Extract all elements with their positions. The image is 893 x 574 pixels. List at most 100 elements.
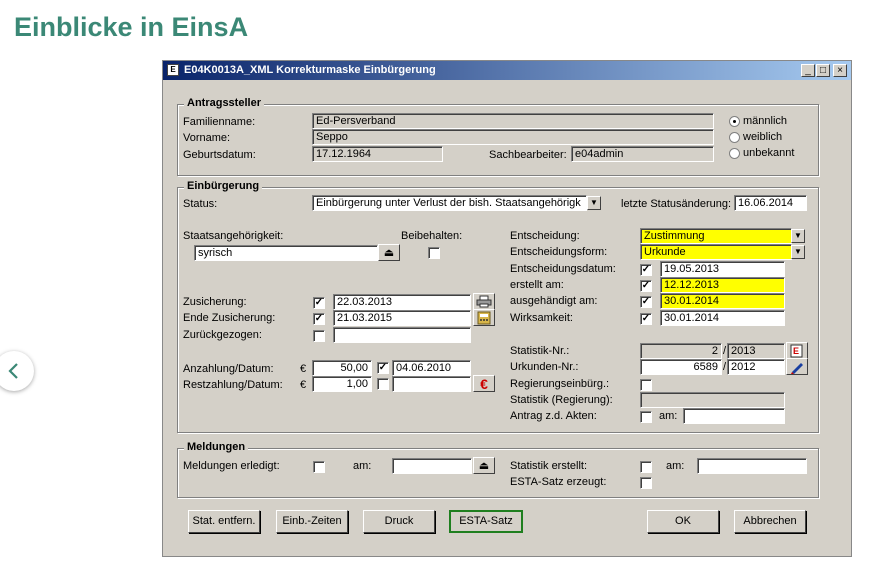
statistik-erstellt-label: Statistik erstellt: bbox=[510, 460, 588, 472]
urkunden-nr-label: Urkunden-Nr.: bbox=[510, 361, 579, 373]
minimize-button[interactable]: _ bbox=[801, 64, 815, 77]
maximize-button[interactable]: □ bbox=[816, 64, 830, 77]
zusicherung-label: Zusicherung: bbox=[183, 296, 247, 308]
familienname-label: Familienname: bbox=[183, 116, 256, 128]
anzahlung-checkbox[interactable]: ✓ bbox=[377, 362, 389, 374]
regierungseinbuerg-checkbox[interactable] bbox=[640, 379, 652, 391]
wirksamkeit-checkbox[interactable]: ✓ bbox=[640, 313, 652, 325]
previous-slide-button[interactable] bbox=[0, 351, 34, 391]
group-title: Einbürgerung bbox=[184, 180, 263, 192]
eject-icon[interactable]: ⏏ bbox=[378, 244, 400, 261]
antrag-akten-checkbox[interactable] bbox=[640, 411, 652, 423]
beibehalten-label: Beibehalten: bbox=[401, 230, 463, 242]
radio-weiblich-label: weiblich bbox=[743, 131, 783, 143]
statistik-jahr-field[interactable]: 2013 bbox=[727, 343, 785, 359]
ausgehaendigt-checkbox[interactable]: ✓ bbox=[640, 296, 652, 308]
erstellt-checkbox[interactable]: ✓ bbox=[640, 280, 652, 292]
pen-icon[interactable] bbox=[786, 358, 808, 375]
vorname-field[interactable]: Seppo bbox=[312, 129, 714, 145]
calculator-icon[interactable] bbox=[473, 309, 495, 326]
svg-text:E: E bbox=[793, 346, 799, 356]
meldungen-erledigt-checkbox[interactable] bbox=[313, 461, 325, 473]
ende-zusicherung-field[interactable]: 21.03.2015 bbox=[333, 310, 471, 326]
group-title: Meldungen bbox=[184, 441, 249, 453]
erstellt-label: erstellt am: bbox=[510, 279, 564, 291]
zusicherung-checkbox[interactable]: ✓ bbox=[313, 297, 325, 309]
esta-satz-button[interactable]: ESTA-Satz bbox=[449, 510, 523, 533]
entscheidung-select[interactable]: Zustimmung bbox=[640, 228, 792, 244]
urkunden-nr-field[interactable]: 6589 bbox=[640, 359, 722, 375]
anzahlung-datum-field[interactable]: 04.06.2010 bbox=[392, 360, 471, 376]
ok-button[interactable]: OK bbox=[647, 510, 719, 533]
window-titlebar: E E04K0013A_XML Korrekturmaske Einbürger… bbox=[163, 61, 851, 80]
erstellt-field[interactable]: 12.12.2013 bbox=[660, 277, 785, 293]
entscheidung-label: Entscheidung: bbox=[510, 230, 580, 242]
anzahlung-label: Anzahlung/Datum: bbox=[183, 363, 274, 375]
staatsangehoerigkeit-field[interactable]: syrisch bbox=[194, 245, 378, 261]
zusicherung-field[interactable]: 22.03.2013 bbox=[333, 294, 471, 310]
restzahlung-datum-field[interactable] bbox=[392, 376, 471, 392]
entscheidungsform-label: Entscheidungsform: bbox=[510, 246, 608, 258]
sachbearbeiter-field[interactable]: e04admin bbox=[571, 146, 714, 162]
antrag-akten-label: Antrag z.d. Akten: bbox=[510, 410, 597, 422]
am-label: am: bbox=[659, 410, 678, 422]
urkunden-jahr-field[interactable]: 2012 bbox=[727, 359, 785, 375]
statistik-nr-field[interactable]: 2 bbox=[640, 343, 722, 359]
radio-maennlich-label: männlich bbox=[743, 115, 788, 127]
zurueckgezogen-field[interactable] bbox=[333, 327, 471, 343]
euro-icon[interactable]: € bbox=[473, 375, 495, 392]
antrag-akten-datum-field[interactable] bbox=[683, 408, 785, 424]
report-icon[interactable]: E bbox=[786, 342, 808, 359]
chevron-left-icon bbox=[8, 363, 18, 379]
eject-icon[interactable]: ⏏ bbox=[473, 457, 495, 474]
ausgehaendigt-field[interactable]: 30.01.2014 bbox=[660, 293, 785, 309]
radio-weiblich[interactable] bbox=[729, 132, 740, 143]
radio-unbekannt[interactable] bbox=[729, 148, 740, 159]
wirksamkeit-field[interactable]: 30.01.2014 bbox=[660, 310, 785, 326]
esta-checkbox[interactable] bbox=[640, 477, 652, 489]
statusaenderung-field[interactable]: 16.06.2014 bbox=[734, 195, 807, 211]
restzahlung-field[interactable]: 1,00 bbox=[312, 376, 372, 392]
dropdown-arrow-icon[interactable]: ▼ bbox=[587, 196, 601, 210]
einb-zeiten-button[interactable]: Einb.-Zeiten bbox=[276, 510, 348, 533]
statistik-erstellt-checkbox[interactable] bbox=[640, 461, 652, 473]
statistik-regierung-field[interactable] bbox=[640, 392, 785, 408]
staatsangehoerigkeit-label: Staatsangehörigkeit: bbox=[183, 230, 284, 242]
am-label: am: bbox=[353, 460, 372, 472]
stat-entfern-button[interactable]: Stat. entfern. bbox=[188, 510, 260, 533]
page-title: Einblicke in EinsA bbox=[14, 12, 249, 42]
dropdown-arrow-icon[interactable]: ▼ bbox=[791, 229, 805, 243]
am-label: am: bbox=[666, 460, 685, 472]
radio-maennlich[interactable] bbox=[729, 116, 740, 127]
zurueckgezogen-checkbox[interactable] bbox=[313, 330, 325, 342]
anzahlung-field[interactable]: 50,00 bbox=[312, 360, 372, 376]
entscheidungsdatum-field[interactable]: 19.05.2013 bbox=[660, 261, 785, 277]
printer-icon[interactable] bbox=[473, 293, 495, 310]
vorname-label: Vorname: bbox=[183, 132, 231, 144]
dialog-window: E E04K0013A_XML Korrekturmaske Einbürger… bbox=[162, 60, 852, 557]
restzahlung-checkbox[interactable] bbox=[377, 378, 389, 390]
statusaenderung-label: letzte Statusänderung: bbox=[621, 198, 732, 210]
status-label: Status: bbox=[183, 198, 218, 210]
meldungen-erledigt-label: Meldungen erledigt: bbox=[183, 460, 280, 472]
currency-symbol: € bbox=[300, 379, 307, 391]
entscheidungsdatum-checkbox[interactable]: ✓ bbox=[640, 264, 652, 276]
close-button[interactable]: × bbox=[833, 64, 847, 77]
ende-zusicherung-label: Ende Zusicherung: bbox=[183, 312, 276, 324]
dropdown-arrow-icon[interactable]: ▼ bbox=[791, 245, 805, 259]
familienname-field[interactable]: Ed-Persverband bbox=[312, 113, 714, 129]
meldungen-datum-field[interactable] bbox=[392, 458, 472, 474]
status-select[interactable]: Einbürgerung unter Verlust der bish. Sta… bbox=[312, 195, 587, 211]
statistik-datum-field[interactable] bbox=[697, 458, 807, 474]
statistik-regierung-label: Statistik (Regierung): bbox=[510, 394, 613, 406]
druck-button[interactable]: Druck bbox=[363, 510, 435, 533]
geburtsdatum-field[interactable]: 17.12.1964 bbox=[312, 146, 443, 162]
beibehalten-checkbox[interactable] bbox=[428, 247, 440, 259]
abbrechen-button[interactable]: Abbrechen bbox=[734, 510, 806, 533]
statistik-nr-label: Statistik-Nr.: bbox=[510, 345, 570, 357]
entscheidungsform-select[interactable]: Urkunde bbox=[640, 244, 792, 260]
app-icon: E bbox=[167, 64, 179, 76]
wirksamkeit-label: Wirksamkeit: bbox=[510, 312, 573, 324]
ende-zusicherung-checkbox[interactable]: ✓ bbox=[313, 313, 325, 325]
window-title: E04K0013A_XML Korrekturmaske Einbürgerun… bbox=[184, 64, 436, 76]
